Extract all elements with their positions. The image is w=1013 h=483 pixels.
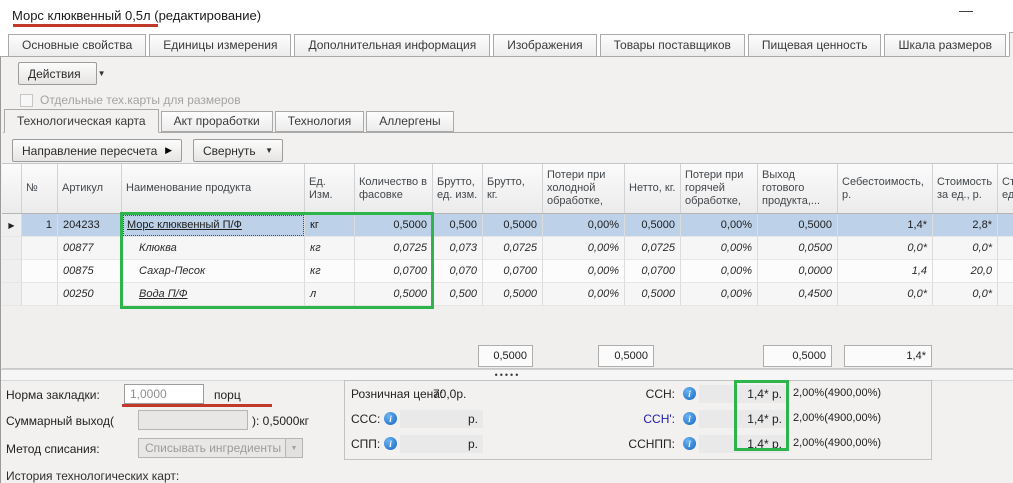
- subtab-tech-card[interactable]: Технологическая карта: [4, 109, 159, 133]
- retail-price-value: 70,0р.: [433, 387, 466, 401]
- tab-tech-cards[interactable]: Технологические карты: [1009, 32, 1013, 57]
- writeoff-method-label: Метод списания:: [6, 442, 100, 456]
- cpp-field: р.: [400, 435, 483, 453]
- chevron-down-icon: ▼: [98, 69, 106, 78]
- header-row-selector: [2, 164, 22, 213]
- tab-size-scale[interactable]: Шкала размеров: [884, 34, 1006, 57]
- ccnpp-field: 1,4* р.: [699, 435, 787, 453]
- header-gross-unit[interactable]: Брутто, ед. изм.: [433, 164, 483, 213]
- info-icon[interactable]: i: [683, 437, 696, 450]
- title-red-underline-annotation: [13, 24, 158, 27]
- ccc-label: ССС:: [351, 412, 380, 426]
- table-header-row: № Артикул Наименование продукта Ед. Изм.…: [2, 163, 1013, 214]
- tech-card-history-label: История технологических карт:: [6, 469, 179, 483]
- header-qty-packed[interactable]: Количество в фасовке: [355, 164, 433, 213]
- norm-input[interactable]: [124, 384, 204, 404]
- total-yield: 0,5000: [763, 345, 832, 367]
- header-number[interactable]: №: [22, 164, 58, 213]
- separate-techcards-checkbox-row: Отдельные тех.карты для размеров: [20, 93, 241, 107]
- header-gross-kg[interactable]: Брутто, кг.: [483, 164, 543, 213]
- sum-yield-value: ): 0,5000кг: [252, 414, 309, 428]
- ccnpp-pct: 2,00%(4900,00%): [793, 437, 881, 449]
- writeoff-method-select: Списывать ингредиенты ▼: [138, 438, 303, 458]
- chevron-down-icon: ▼: [265, 146, 273, 155]
- product-name-cell[interactable]: Морс клюквенный П/Ф: [122, 214, 305, 237]
- info-icon[interactable]: i: [683, 412, 696, 425]
- tech-cards-panel: Действия ▼ Отдельные тех.карты для разме…: [0, 56, 1013, 483]
- ccn-label: ССН:: [585, 387, 675, 401]
- writeoff-method-value: Списывать ингредиенты: [145, 441, 281, 455]
- arrow-right-icon: ▶: [165, 145, 172, 156]
- ccn-prime-pct: 2,00%(4900,00%): [793, 412, 881, 424]
- norm-unit-label: порц: [214, 388, 241, 402]
- header-unit[interactable]: Ед. Изм.: [305, 164, 355, 213]
- splitter-dots-icon: •••••: [495, 372, 521, 378]
- total-gross-kg: 0,5000: [478, 345, 533, 367]
- product-name-cell[interactable]: Сахар-Песок: [122, 260, 305, 283]
- total-cost: 1,4*: [844, 345, 932, 367]
- ccn-pct: 2,00%(4900,00%): [793, 387, 881, 399]
- tab-main-properties[interactable]: Основные свойства: [8, 34, 146, 57]
- ingredients-table: № Артикул Наименование продукта Ед. Изм.…: [2, 163, 1013, 369]
- checkbox-unchecked-icon[interactable]: [20, 94, 33, 107]
- product-name-cell[interactable]: Клюква: [122, 237, 305, 260]
- header-cost-per-unit[interactable]: Стоимость за ед., р.: [933, 164, 998, 213]
- header-cold-loss[interactable]: Потери при холодной обработке,: [543, 164, 625, 213]
- header-yield[interactable]: Выход готового продукта,...: [758, 164, 838, 213]
- sub-tab-bar: Технологическая карта Акт проработки Тех…: [3, 109, 1013, 133]
- table-row[interactable]: 00875 Сахар-Песок кг 0,0700 0,070 0,0700…: [2, 260, 1013, 283]
- total-net-kg: 0,5000: [598, 345, 654, 367]
- collapse-button[interactable]: Свернуть ▼: [193, 139, 283, 162]
- cost-summary-box: Розничная цена: 70,0р. ССС: i р. СПП: i …: [344, 380, 932, 460]
- header-cost[interactable]: Себестоимость, р.: [838, 164, 933, 213]
- table-row[interactable]: ▶ 1 204233 Морс клюквенный П/Ф кг 0,5000…: [2, 214, 1013, 237]
- header-cut-column: Ст ед: [998, 164, 1013, 213]
- ccnpp-label: ССНПП:: [585, 437, 675, 451]
- retail-price-label: Розничная цена:: [351, 387, 443, 401]
- minimize-icon[interactable]: —: [954, 2, 978, 18]
- info-icon[interactable]: i: [683, 387, 696, 400]
- sum-yield-label: Суммарный выход(: [6, 414, 114, 428]
- totals-row: 0,5000 0,5000 0,5000 1,4*: [2, 341, 1013, 369]
- page-title: Морс клюквенный 0,5л (редактирование): [12, 8, 261, 23]
- separate-techcards-checkbox-label: Отдельные тех.карты для размеров: [40, 93, 241, 107]
- tab-additional-info[interactable]: Дополнительная информация: [294, 34, 490, 57]
- norm-label: Норма закладки:: [6, 388, 100, 402]
- row-marker-icon: ▶: [2, 214, 22, 237]
- cpp-label: СПП:: [351, 437, 380, 451]
- summary-panel: Норма закладки: порц Суммарный выход( ):…: [1, 381, 1013, 467]
- info-icon[interactable]: i: [384, 437, 397, 450]
- tab-supplier-goods[interactable]: Товары поставщиков: [600, 34, 745, 57]
- subtab-workout-act[interactable]: Акт проработки: [161, 111, 273, 132]
- recalc-direction-button[interactable]: Направление пересчета ▶: [12, 139, 182, 162]
- header-product-name[interactable]: Наименование продукта: [122, 164, 305, 213]
- actions-button[interactable]: Действия ▼: [18, 62, 97, 85]
- subtab-technology[interactable]: Технология: [275, 111, 365, 132]
- product-name-cell[interactable]: Вода П/Ф: [122, 283, 305, 306]
- sum-yield-input: [138, 410, 248, 430]
- ccc-field: р.: [400, 410, 483, 428]
- header-article[interactable]: Артикул: [58, 164, 122, 213]
- tab-nutrition[interactable]: Пищевая ценность: [748, 34, 882, 57]
- header-hot-loss[interactable]: Потери при горячей обработке,: [681, 164, 758, 213]
- table-toolbar: Направление пересчета ▶ Свернуть ▼: [12, 139, 283, 162]
- actions-button-label: Действия: [28, 67, 81, 81]
- tab-images[interactable]: Изображения: [493, 34, 596, 57]
- tab-units[interactable]: Единицы измерения: [149, 34, 291, 57]
- norm-red-underline-annotation: [122, 404, 272, 407]
- header-net-kg[interactable]: Нетто, кг.: [625, 164, 681, 213]
- ccn-prime-label: ССН':: [585, 412, 675, 426]
- collapse-label: Свернуть: [203, 144, 256, 158]
- recalc-direction-label: Направление пересчета: [22, 144, 157, 158]
- table-row[interactable]: 00877 Клюква кг 0,0725 0,073 0,0725 0,00…: [2, 237, 1013, 260]
- ccn-prime-field: 1,4* р.: [699, 410, 787, 428]
- chevron-down-icon: ▼: [285, 439, 302, 457]
- info-icon[interactable]: i: [384, 412, 397, 425]
- table-row[interactable]: 00250 Вода П/Ф л 0,5000 0,500 0,5000 0,0…: [2, 283, 1013, 306]
- subtab-allergens[interactable]: Аллергены: [366, 111, 453, 132]
- main-tab-bar: Основные свойства Единицы измерения Допо…: [0, 32, 1013, 57]
- ccn-field: 1,4* р.: [699, 385, 787, 403]
